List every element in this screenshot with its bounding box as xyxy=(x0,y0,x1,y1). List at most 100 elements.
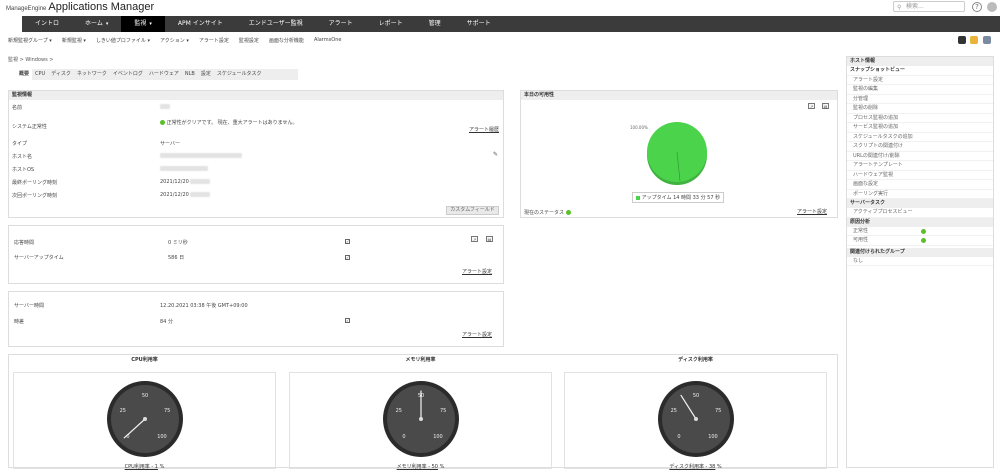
breadcrumb[interactable]: 監視 > Windows > xyxy=(8,56,53,63)
checkbox-response[interactable]: ✓ xyxy=(345,239,350,244)
value-response-time: 0 ミリ秒 xyxy=(168,240,188,246)
sidebar-item-availability[interactable]: 可用性 xyxy=(847,236,993,246)
value-last-poll: 2021/12/20 xyxy=(160,179,211,185)
export-icon[interactable] xyxy=(970,36,978,44)
tab-disk[interactable]: ディスク xyxy=(48,69,74,80)
tab-eventlog[interactable]: イベントログ xyxy=(110,69,146,80)
sidebar-item[interactable]: アラートテンプレート xyxy=(847,161,993,171)
chevron-down-icon: ▾ xyxy=(105,21,109,27)
checkbox-uptime[interactable]: ✓ xyxy=(345,255,350,260)
response-alert-settings-link[interactable]: アラート設定 xyxy=(462,268,492,275)
sidebar-availability-label: 可用性 xyxy=(853,237,869,243)
subnav-new-monitor[interactable]: 新規監視 ▾ xyxy=(62,37,86,44)
subnav-threshold[interactable]: しきい値プロファイル ▾ xyxy=(96,37,150,44)
availability-pie[interactable] xyxy=(640,115,720,195)
gauge-caption-disk[interactable]: ディスク利用率 - 38 % xyxy=(565,463,826,470)
monitor-info-panel: 監視情報 xyxy=(8,90,504,218)
gauge-tick-label: 50 xyxy=(693,393,699,399)
sidebar-items: アラート設定 監視の編集 分管理 監視の削除 プロセス監視の追加 サービス監視の追加 スケジ… xyxy=(847,76,993,199)
nav-support[interactable]: サポート xyxy=(454,16,504,32)
search-input[interactable]: ⚲ 検索... xyxy=(893,1,965,12)
vendor-name: ManageEngine xyxy=(6,6,47,12)
subnav-alert-settings[interactable]: アラート設定 xyxy=(199,37,229,44)
nav-end-user[interactable]: エンドユーザー監視 xyxy=(236,16,316,32)
gauge-panel: CPU利用率 メモリ利用率 ディスク利用率 0 25 50 75 100 CPU利用率 … xyxy=(8,354,838,470)
nav-apm-insight[interactable]: APM インサイト xyxy=(165,16,236,32)
sidebar-item[interactable]: サービス監視の追加 xyxy=(847,123,993,133)
custom-field-button[interactable]: カスタムフィールド xyxy=(446,206,499,215)
tab-network[interactable]: ネットワーク xyxy=(74,69,110,80)
tab-overview[interactable]: 概要 xyxy=(16,69,33,80)
availability-report-icon[interactable]: ▤ xyxy=(822,103,829,109)
sidebar-item[interactable]: 画面な設定 xyxy=(847,180,993,190)
gauge-tick-label: 100 xyxy=(157,434,167,440)
nav-monitors[interactable]: 監視 ▾ xyxy=(121,16,165,32)
gauge-caption-memory-text: メモリ利用率 - 50 xyxy=(396,464,438,470)
gauge-box-cpu: 0 25 50 75 100 CPU利用率 - 1 % xyxy=(13,372,276,470)
alert-history-link[interactable]: アラート履歴 xyxy=(469,126,499,133)
sidebar-item[interactable]: 監視の削除 xyxy=(847,104,993,114)
tab-nlb[interactable]: NLB xyxy=(182,69,198,80)
subnav-monitor-settings[interactable]: 監視設定 xyxy=(239,37,259,44)
gauge-caption-memory[interactable]: メモリ利用率 - 50 % xyxy=(290,463,551,470)
subnav-analysis[interactable]: 画面な分析機能 xyxy=(269,37,304,44)
gauge-tick-label: 25 xyxy=(671,408,677,414)
nav-intro[interactable]: イントロ xyxy=(22,16,72,32)
nav-reports[interactable]: レポート xyxy=(366,16,416,32)
sidebar-item[interactable]: URLの関連付け/削除 xyxy=(847,152,993,161)
sidebar-item[interactable]: 分管理 xyxy=(847,95,993,104)
main-nav: イントロ ホーム ▾ 監視 ▾ APM インサイト エンドユーザー監視 アラート レ… xyxy=(22,16,1000,32)
legend-text: アップタイム 14 時間 33 分 57 秒 xyxy=(641,195,721,201)
sidebar-item[interactable]: ポーリング実行 xyxy=(847,190,993,199)
subnav-alarmsone[interactable]: AlarmsOne xyxy=(314,37,342,43)
label-server-time: サーバー時間 xyxy=(14,303,44,309)
sidebar-item-health[interactable]: 正常性 xyxy=(847,227,993,236)
availability-alert-settings-link[interactable]: アラート設定 xyxy=(797,208,827,215)
top-bar: ManageEngine Applications Manager ⚲ 検索..… xyxy=(0,0,1000,14)
sidebar-item[interactable]: スケジュールタスクの追加 xyxy=(847,133,993,142)
help-icon[interactable]: ? xyxy=(972,2,982,12)
sidebar-item[interactable]: 監視の編集 xyxy=(847,85,993,95)
subnav-new-group[interactable]: 新規監視グループ ▾ xyxy=(8,37,52,44)
gauge-tick-label: 50 xyxy=(142,393,148,399)
gauge-tick-label: 100 xyxy=(708,434,718,440)
sidebar-item[interactable]: プロセス監視の追加 xyxy=(847,114,993,123)
tab-scheduled-tasks[interactable]: スケジュールタスク xyxy=(214,69,265,80)
label-name: 名前 xyxy=(12,105,23,111)
gauge-box-disk: 0 25 50 75 100 ディスク利用率 - 38 % xyxy=(564,372,827,470)
edit-icon[interactable]: ✎ xyxy=(493,151,498,158)
availability-graph-icon[interactable]: ↗ xyxy=(808,103,815,109)
label-next-poll: 次回ポーリング時刻 xyxy=(12,193,58,199)
response-panel xyxy=(8,225,504,284)
tab-settings[interactable]: 設定 xyxy=(198,69,214,80)
time-alert-settings-link[interactable]: アラート設定 xyxy=(462,331,492,338)
search-icon: ⚲ xyxy=(897,4,902,11)
sidebar-snapshot[interactable]: スナップショットビュー xyxy=(847,66,993,76)
sidebar-item[interactable]: ハードウェア監視 xyxy=(847,171,993,180)
label-time-diff: 時差 xyxy=(14,319,25,325)
print-icon[interactable] xyxy=(983,36,991,44)
status-ok-icon xyxy=(565,210,571,215)
nav-monitors-label: 監視 xyxy=(134,20,147,27)
gauge-caption-cpu[interactable]: CPU利用率 - 1 % xyxy=(14,463,275,470)
graph-icon[interactable]: ↗ xyxy=(471,236,478,242)
nav-home-label: ホーム xyxy=(85,20,103,27)
user-avatar-icon[interactable] xyxy=(987,2,997,12)
settings-icon[interactable] xyxy=(958,36,966,44)
tab-cpu[interactable]: CPU xyxy=(32,69,48,80)
report-icon[interactable]: ▤ xyxy=(486,236,493,242)
app-logo[interactable]: ManageEngine Applications Manager xyxy=(6,1,154,13)
nav-admin[interactable]: 管理 xyxy=(416,16,454,32)
value-hostname xyxy=(160,153,242,159)
nav-alerts[interactable]: アラート xyxy=(316,16,366,32)
label-uptime: サーバーアップタイム xyxy=(14,255,64,261)
subnav-actions[interactable]: アクション ▾ xyxy=(160,37,189,44)
nav-home[interactable]: ホーム ▾ xyxy=(72,16,121,32)
gauge-caption-cpu-text: CPU利用率 - 1 xyxy=(124,464,158,470)
sidebar-item[interactable]: アラート設定 xyxy=(847,76,993,85)
sidebar-item-active-process[interactable]: アクティブプロセスビュー xyxy=(847,208,993,218)
gauge-title-cpu: CPU利用率 xyxy=(131,357,158,363)
sidebar-item[interactable]: スクリプトの関連付け xyxy=(847,142,993,152)
checkbox-time-diff[interactable]: ✓ xyxy=(345,318,350,323)
tab-hardware[interactable]: ハードウェア xyxy=(146,69,182,80)
